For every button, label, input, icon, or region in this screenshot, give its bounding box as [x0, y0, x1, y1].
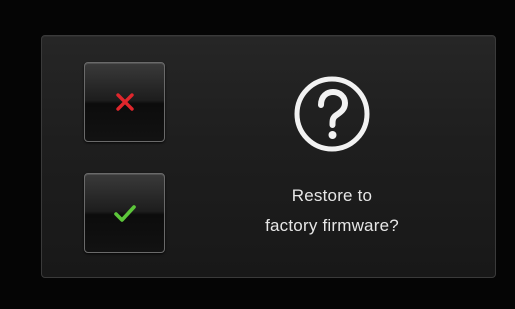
- confirm-dialog: Restore to factory firmware?: [41, 35, 496, 278]
- close-icon: [114, 91, 136, 113]
- cancel-button[interactable]: [84, 62, 165, 142]
- screen: Restore to factory firmware?: [0, 0, 515, 309]
- question-circle-icon: [290, 72, 374, 156]
- message-line-2: factory firmware?: [265, 216, 399, 235]
- confirm-button[interactable]: [84, 173, 165, 253]
- checkmark-icon: [112, 202, 138, 224]
- message-line-1: Restore to: [291, 186, 373, 205]
- dialog-message: Restore to factory firmware?: [212, 181, 452, 241]
